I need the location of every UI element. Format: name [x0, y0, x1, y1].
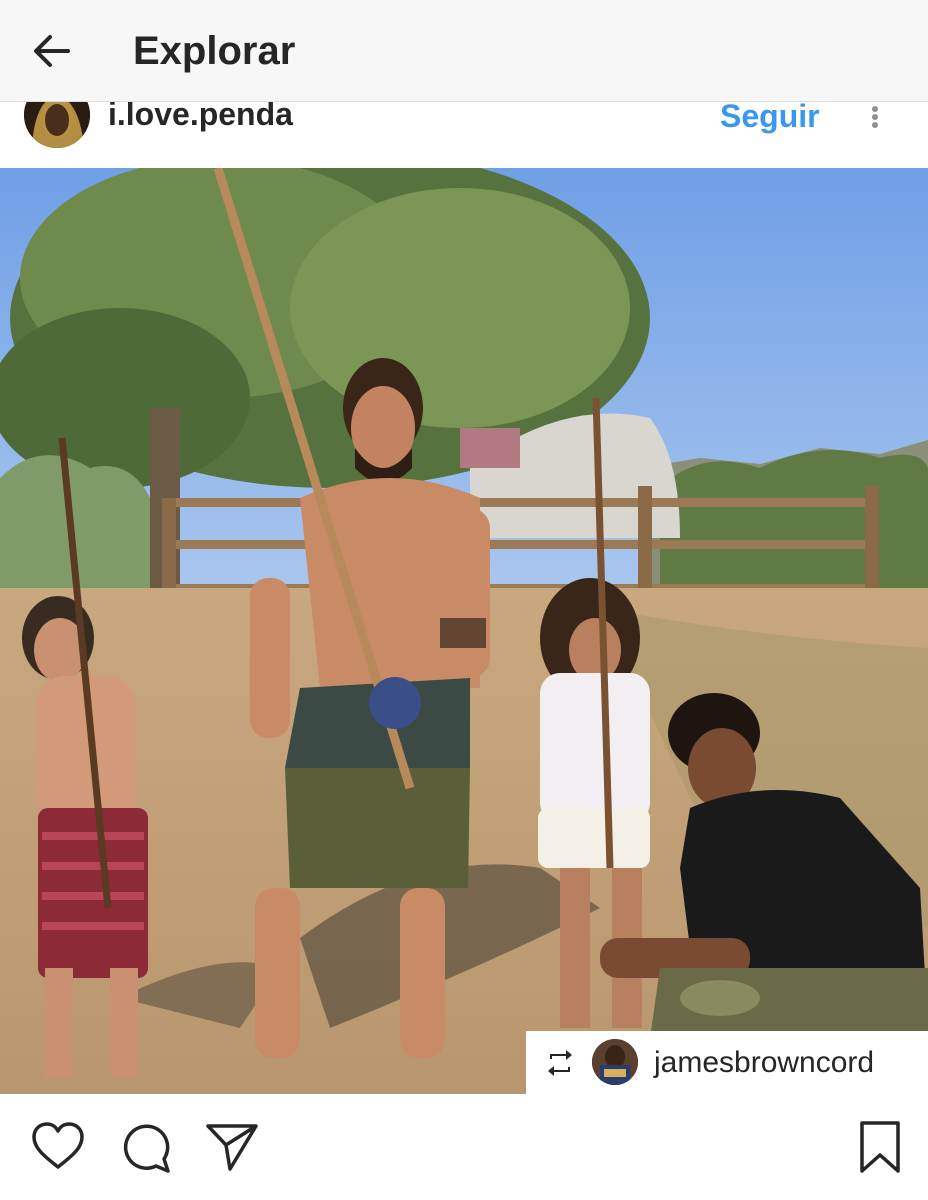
action-bar [0, 1095, 928, 1200]
comment-icon [123, 1124, 170, 1173]
repost-icon [548, 1050, 572, 1076]
app-bar: Explorar [0, 0, 928, 102]
more-options-button[interactable] [860, 102, 890, 132]
avatar[interactable] [24, 102, 90, 148]
avatar-image [24, 102, 90, 148]
bookmark-icon [860, 1121, 900, 1173]
post-username[interactable]: i.love.penda [108, 102, 293, 132]
repost-username: jamesbrowncord [654, 1046, 875, 1079]
back-button[interactable] [28, 27, 76, 75]
like-button[interactable] [30, 1119, 86, 1175]
send-icon [206, 1124, 258, 1171]
save-button[interactable] [852, 1119, 908, 1175]
more-dot [872, 114, 878, 120]
page-title: Explorar [133, 29, 296, 73]
comment-button[interactable] [118, 1119, 174, 1175]
post-header: i.love.penda Seguir [0, 102, 928, 168]
more-vertical-icon [872, 106, 878, 112]
heart-icon [32, 1122, 84, 1169]
more-dot [872, 122, 878, 128]
photo-image [0, 168, 928, 1094]
post-photo[interactable]: jamesbrowncord [0, 168, 928, 1094]
repost-avatar [592, 1039, 638, 1085]
follow-button[interactable]: Seguir [720, 102, 820, 134]
share-button[interactable] [204, 1119, 260, 1175]
repost-tag[interactable]: jamesbrowncord [526, 1031, 928, 1094]
arrow-left-icon [34, 35, 70, 67]
